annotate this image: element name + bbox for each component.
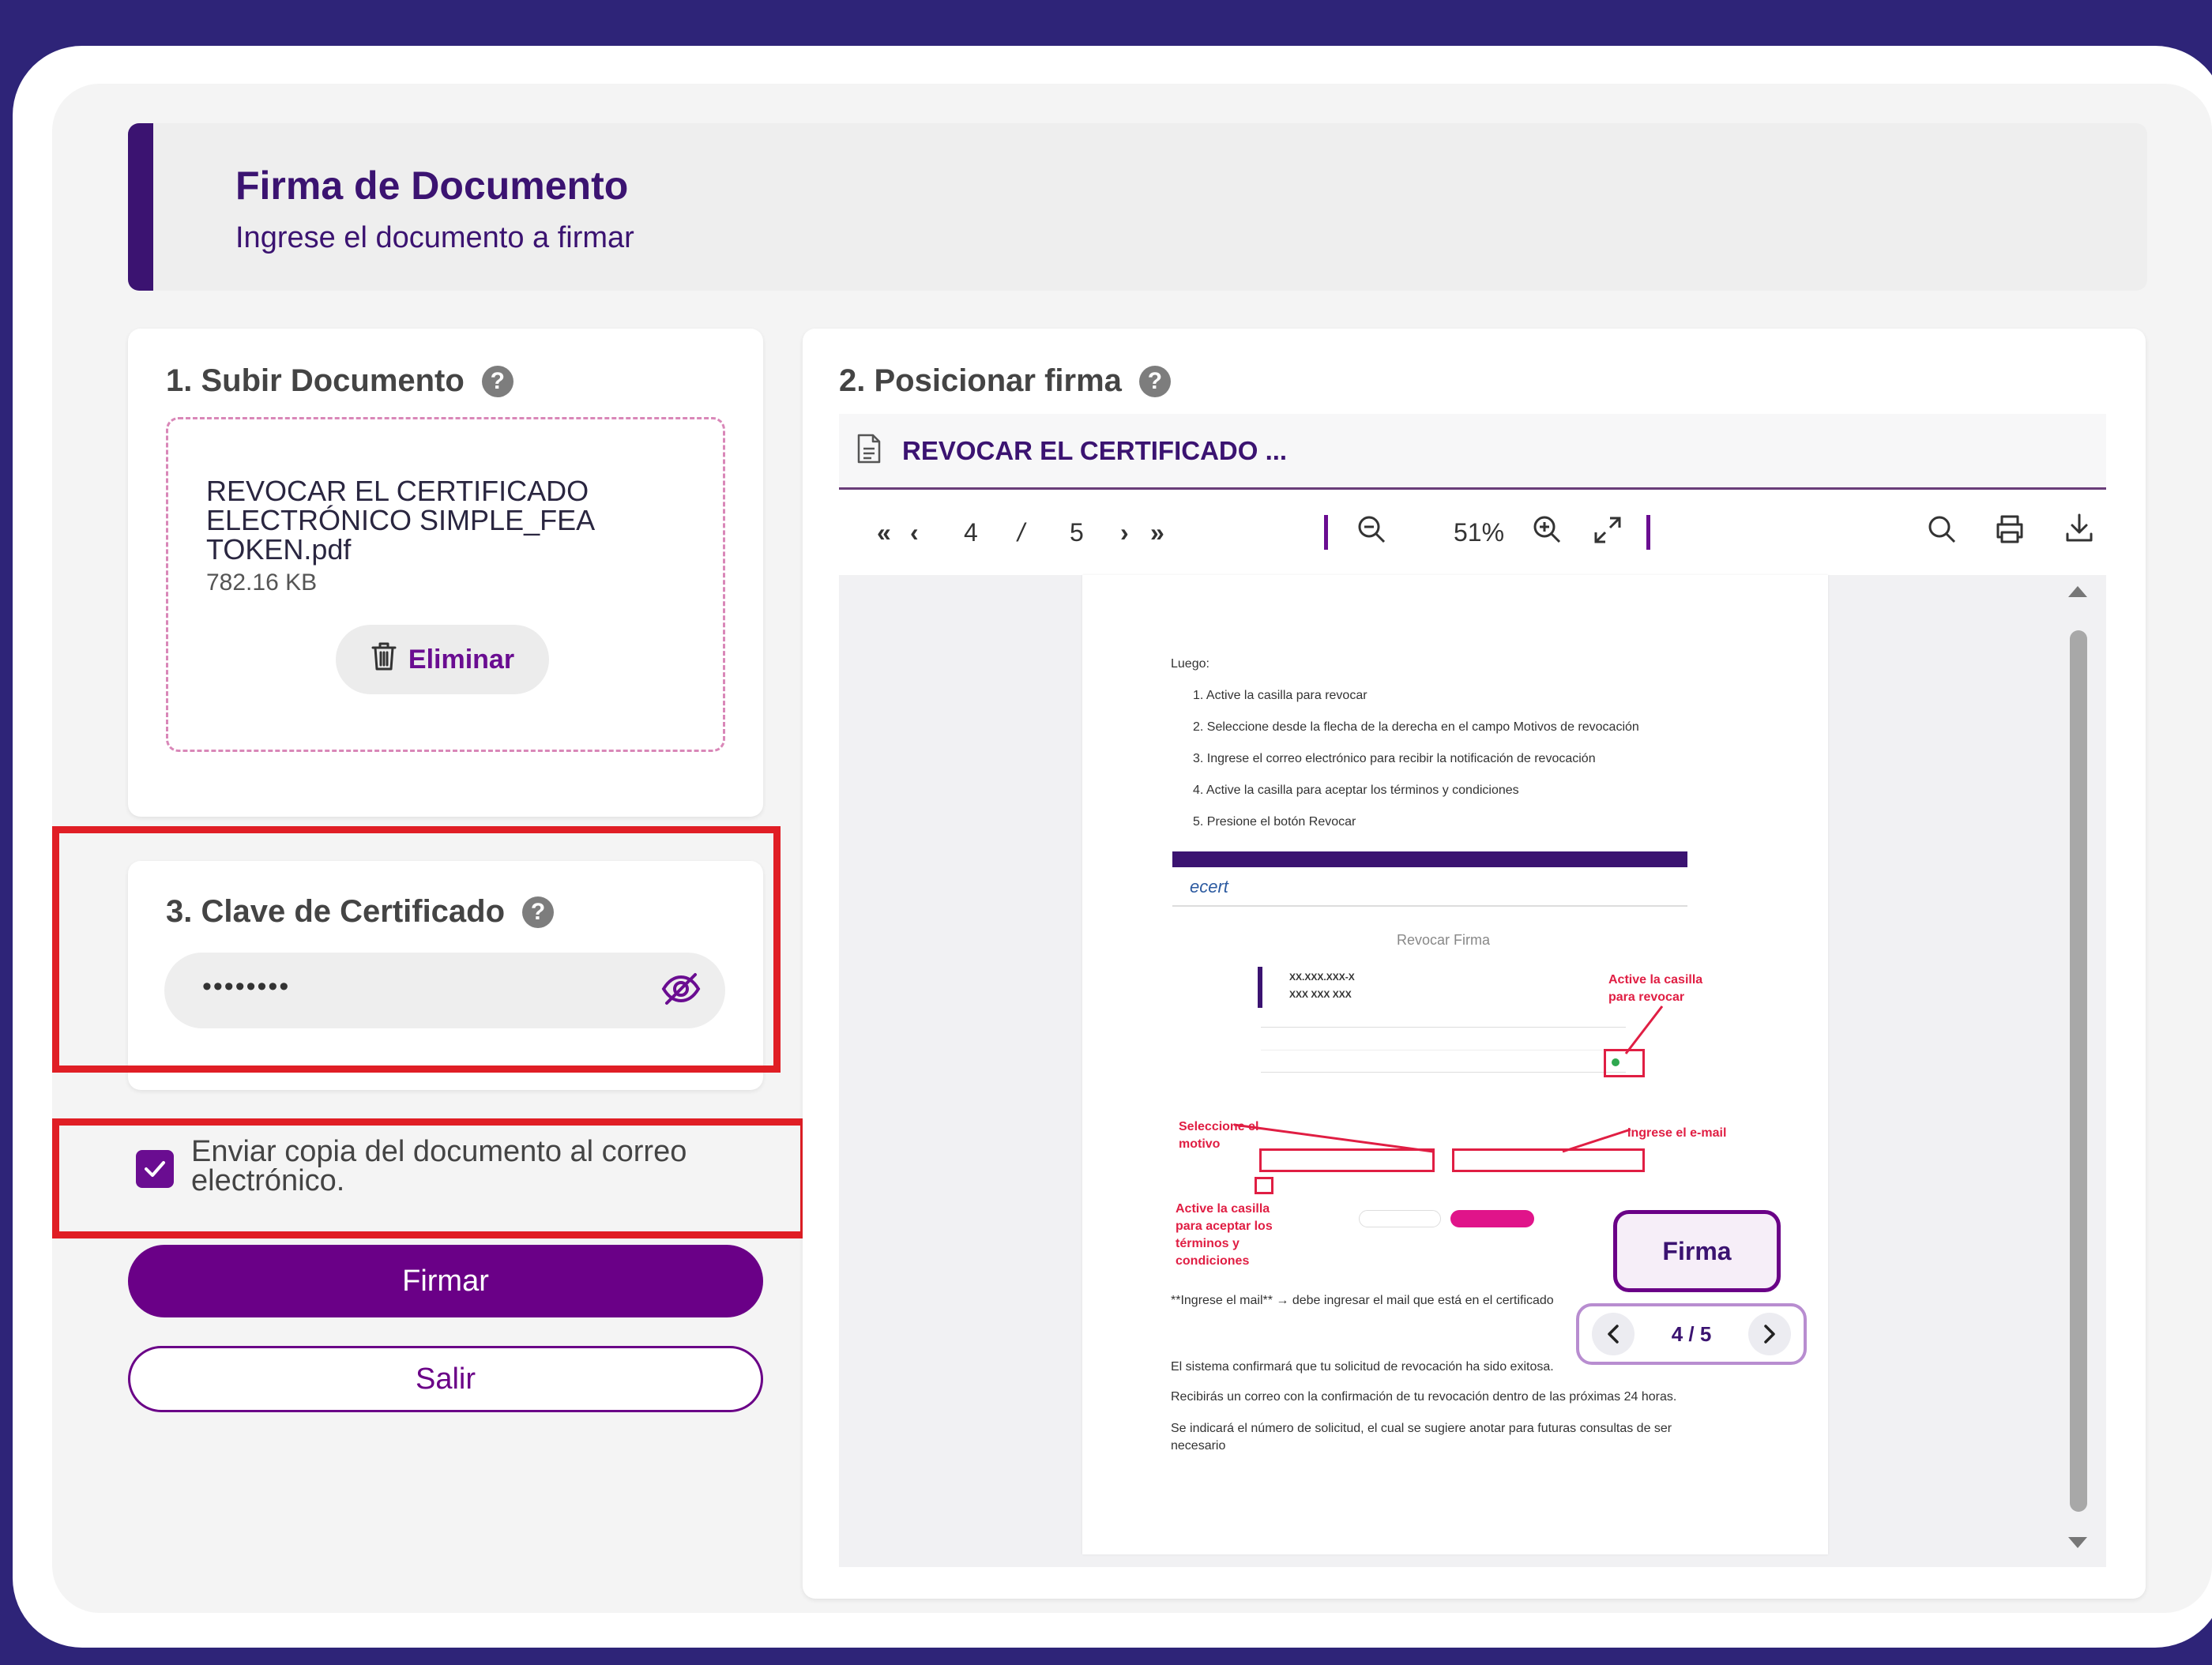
pdf-toolbar: « ‹ 4 / 5 › » 51% bbox=[839, 491, 2106, 575]
upload-card: 1. Subir Documento ? REVOCAR EL CERTIFIC… bbox=[128, 329, 763, 817]
scroll-up-icon[interactable] bbox=[2067, 583, 2089, 599]
help-icon[interactable]: ? bbox=[1138, 365, 1171, 397]
doc-confirm-line: Recibirás un correo con la confirmación … bbox=[1171, 1390, 1677, 1404]
position-title-text: 2. Posicionar firma bbox=[839, 363, 1122, 398]
next-page-icon[interactable]: › bbox=[1120, 518, 1129, 547]
user-name: XXX XXX XXX bbox=[1289, 989, 1352, 1000]
stamp-prev-icon[interactable] bbox=[1592, 1313, 1635, 1355]
trash-icon bbox=[371, 641, 397, 678]
header-accent-bar bbox=[128, 123, 153, 291]
terms-checkbox-highlight bbox=[1255, 1177, 1273, 1194]
scroll-thumb[interactable] bbox=[2070, 630, 2087, 1512]
screenshot-table bbox=[1261, 1027, 1626, 1073]
document-tab-name: REVOCAR EL CERTIFICADO ... bbox=[902, 435, 1288, 465]
doc-step: 4. Active la casilla para aceptar los té… bbox=[1193, 784, 1519, 797]
screenshot-divider bbox=[1172, 905, 1687, 907]
last-page-icon[interactable]: » bbox=[1150, 518, 1164, 547]
file-dropzone[interactable]: REVOCAR EL CERTIFICADO ELECTRÓNICO SIMPL… bbox=[166, 417, 725, 752]
screenshot-revoke-btn bbox=[1450, 1210, 1534, 1227]
signature-stamp[interactable]: Firma bbox=[1613, 1210, 1781, 1292]
pdf-page[interactable]: Luego: 1. Active la casilla para revocar… bbox=[1082, 575, 1828, 1554]
stamp-next-icon[interactable] bbox=[1748, 1313, 1791, 1355]
doc-step: 1. Active la casilla para revocar bbox=[1193, 689, 1367, 702]
zoom-out-icon[interactable] bbox=[1356, 513, 1387, 551]
screenshot-cancel-btn bbox=[1359, 1210, 1441, 1227]
fullscreen-icon[interactable] bbox=[1593, 515, 1623, 551]
sign-button[interactable]: Firmar bbox=[128, 1245, 763, 1317]
position-section-title: 2. Posicionar firma ? bbox=[839, 363, 1171, 399]
prev-page-icon[interactable]: ‹ bbox=[910, 518, 919, 547]
doc-step: 5. Presione el botón Revocar bbox=[1193, 815, 1356, 829]
delete-label: Eliminar bbox=[408, 644, 515, 675]
note-arrows-mid bbox=[1233, 1123, 1631, 1153]
current-page-input[interactable]: 4 bbox=[964, 518, 978, 547]
user-rut: XX.XXX.XXX-X bbox=[1289, 972, 1355, 983]
viewer-scrollbar[interactable] bbox=[2060, 575, 2092, 1567]
file-size: 782.16 KB bbox=[206, 569, 318, 596]
note-revocar: Active la casilla para revocar bbox=[1608, 973, 1703, 1004]
page-header: Firma de Documento Ingrese el documento … bbox=[128, 123, 2147, 291]
stamp-pager: 4 / 5 bbox=[1576, 1303, 1807, 1365]
search-icon[interactable] bbox=[1926, 513, 1958, 551]
upload-title-text: 1. Subir Documento bbox=[166, 363, 465, 398]
toolbar-divider bbox=[1646, 515, 1650, 550]
doc-confirm-line: El sistema confirmará que tu solicitud d… bbox=[1171, 1360, 1554, 1374]
toolbar-divider bbox=[1324, 515, 1328, 550]
pdf-viewer[interactable]: Luego: 1. Active la casilla para revocar… bbox=[839, 575, 2106, 1567]
upload-section-title: 1. Subir Documento ? bbox=[166, 363, 514, 399]
first-page-icon[interactable]: « bbox=[877, 518, 891, 547]
note-terms: Active la casilla para aceptar los térmi… bbox=[1176, 1202, 1273, 1268]
total-pages: 5 bbox=[1070, 518, 1084, 547]
position-card: 2. Posicionar firma ? REVOCAR EL CERTIFI… bbox=[803, 329, 2146, 1599]
email-copy-highlight-box bbox=[52, 1118, 807, 1238]
ecert-logo: ecert bbox=[1190, 877, 1228, 896]
revocar-firma-title: Revocar Firma bbox=[1397, 932, 1491, 948]
delete-file-button[interactable]: Eliminar bbox=[336, 625, 549, 694]
user-info-bar bbox=[1258, 967, 1262, 1008]
page-title: Firma de Documento bbox=[235, 163, 629, 208]
doc-mail-line: **Ingrese el mail** → debe ingresar el m… bbox=[1171, 1294, 1554, 1307]
document-tab[interactable]: REVOCAR EL CERTIFICADO ... bbox=[839, 414, 2106, 490]
doc-confirm-line: Se indicará el número de solicitud, el c… bbox=[1171, 1422, 1672, 1435]
download-icon[interactable] bbox=[2063, 512, 2095, 550]
page-separator: / bbox=[1018, 518, 1025, 547]
exit-button[interactable]: Salir bbox=[128, 1346, 763, 1412]
doc-step: 2. Seleccione desde la flecha de la dere… bbox=[1193, 720, 1639, 734]
doc-confirm-line: necesario bbox=[1171, 1439, 1226, 1453]
zoom-level[interactable]: 51% bbox=[1454, 518, 1504, 547]
scroll-down-icon[interactable] bbox=[2067, 1535, 2089, 1551]
page-subtitle: Ingrese el documento a firmar bbox=[235, 221, 634, 254]
zoom-in-icon[interactable] bbox=[1531, 513, 1563, 551]
document-icon bbox=[856, 433, 882, 468]
print-icon[interactable] bbox=[1994, 513, 2026, 551]
doc-step: 3. Ingrese el correo electrónico para re… bbox=[1193, 752, 1596, 765]
note-arrow bbox=[1624, 1005, 1664, 1054]
help-icon[interactable]: ? bbox=[481, 365, 514, 397]
doc-luego: Luego: bbox=[1171, 657, 1209, 671]
revoke-checkbox-dot bbox=[1612, 1058, 1620, 1066]
stamp-page-indicator: 4 / 5 bbox=[1671, 1321, 1712, 1346]
screenshot-nav-bar bbox=[1172, 851, 1687, 867]
password-highlight-box bbox=[52, 826, 781, 1073]
file-name: REVOCAR EL CERTIFICADO ELECTRÓNICO SIMPL… bbox=[206, 475, 594, 566]
